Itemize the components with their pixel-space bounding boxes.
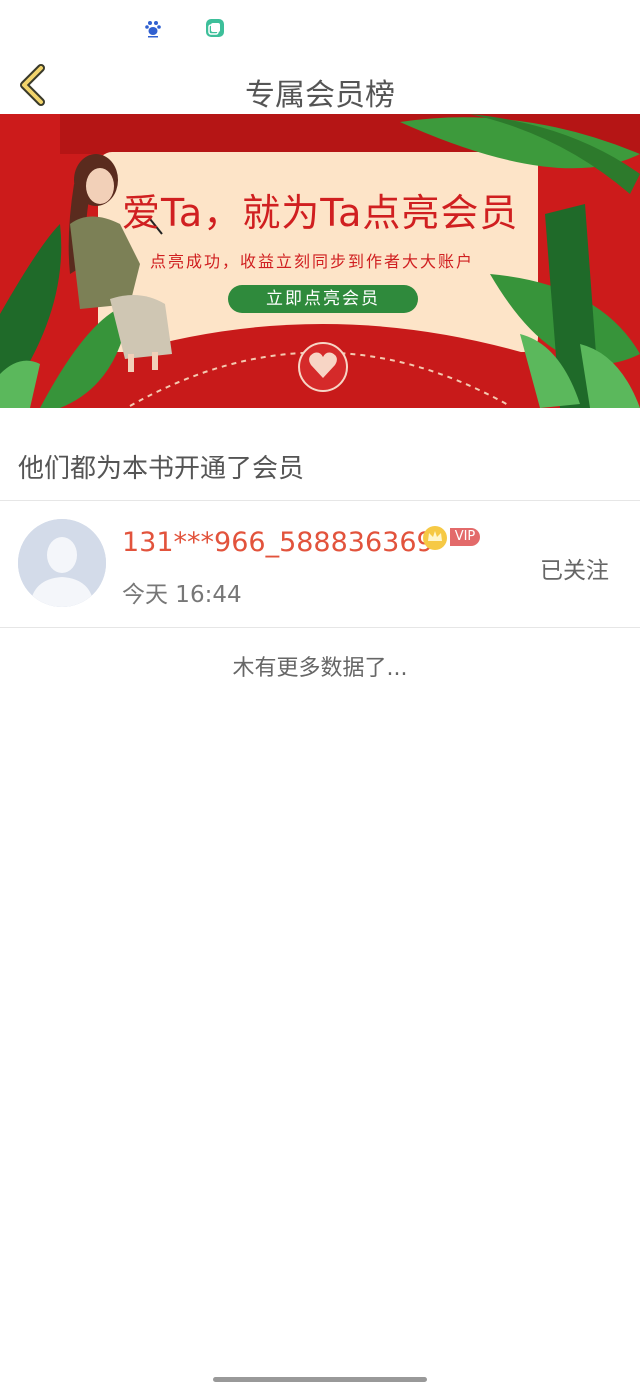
promo-banner[interactable]: 爱Ta，就为Ta点亮会员 点亮成功，收益立刻同步到作者大大账户 立即点亮会员 — [0, 114, 640, 408]
member-time: 今天 16:44 — [122, 582, 242, 608]
banner-title: 爱Ta，就为Ta点亮会员 — [122, 191, 519, 235]
default-avatar-icon — [18, 519, 106, 607]
divider — [0, 627, 640, 628]
section-title: 他们都为本书开通了会员 — [18, 454, 305, 484]
page-title: 专属会员榜 — [245, 78, 395, 113]
header: 专属会员榜 — [0, 56, 640, 114]
avatar[interactable] — [18, 519, 106, 607]
vip-label: VIP — [450, 528, 480, 546]
app-window-icon — [206, 19, 224, 37]
vip-badge: VIP — [422, 525, 480, 550]
member-username[interactable]: 131***966_588836369 — [122, 527, 434, 558]
status-bar — [0, 0, 640, 56]
crown-icon — [423, 526, 447, 550]
banner-subtitle: 点亮成功，收益立刻同步到作者大大账户 — [150, 252, 475, 271]
baidu-icon — [145, 21, 161, 38]
list-item[interactable]: 131***966_588836369 VIP 今天 16:44 已关注 — [0, 501, 640, 627]
light-up-membership-button[interactable]: 立即点亮会员 — [228, 285, 418, 313]
no-more-data-text: 木有更多数据了... — [232, 656, 408, 681]
home-indicator[interactable] — [213, 1377, 427, 1382]
follow-button[interactable]: 已关注 — [540, 551, 609, 585]
